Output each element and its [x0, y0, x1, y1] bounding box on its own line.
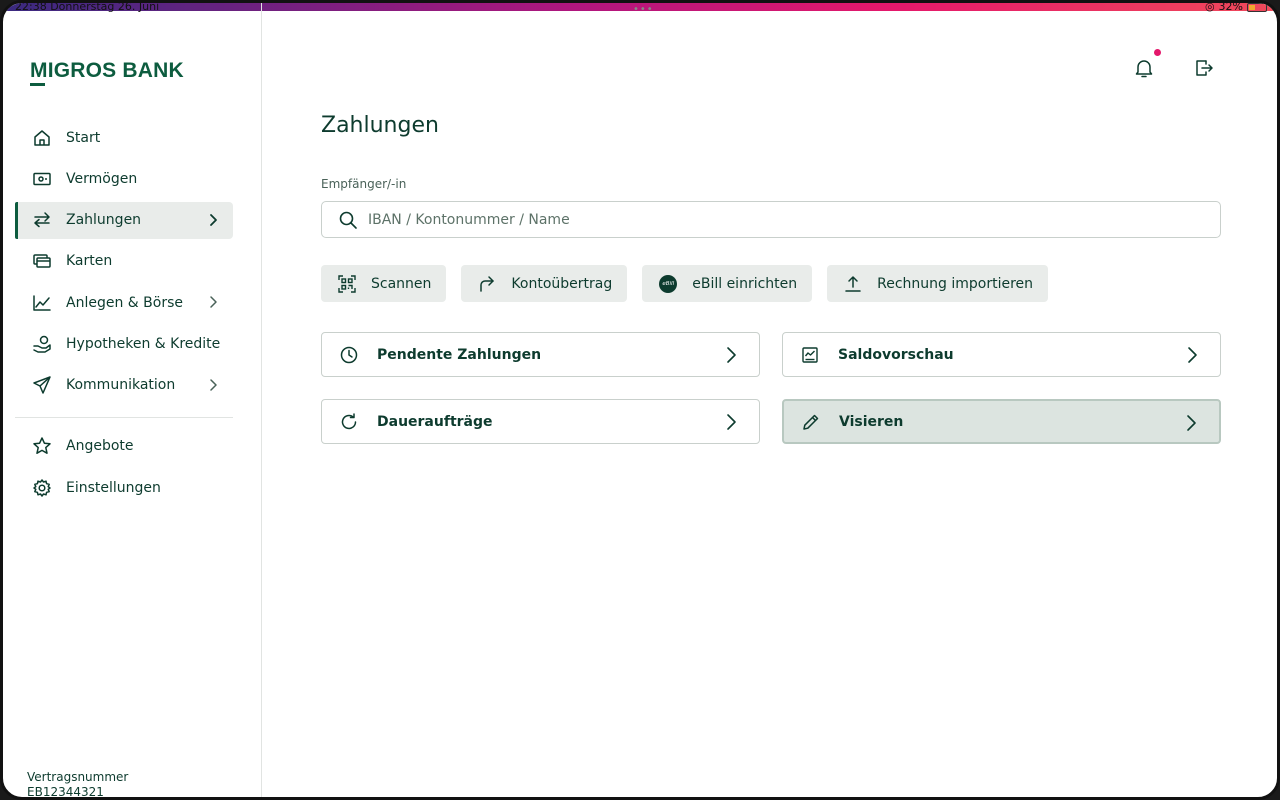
cards-icon: [32, 251, 52, 271]
contract-info: Vertragsnummer EB12344321: [27, 770, 129, 799]
search-icon: [338, 210, 358, 230]
chevron-right-icon: [721, 345, 741, 365]
approve-tile[interactable]: Visieren: [782, 399, 1221, 444]
account-transfer-button[interactable]: Kontoübertrag: [461, 265, 628, 302]
ebill-setup-button[interactable]: eBill eBill einrichten: [642, 265, 813, 302]
chevron-right-icon: [1181, 413, 1201, 433]
bell-icon: [1133, 57, 1155, 79]
sidebar-item-hypotheken-kredite[interactable]: Hypotheken & Kredite: [15, 325, 233, 362]
chevron-right-icon: [205, 294, 221, 310]
sidebar-item-anlegen-boerse[interactable]: Anlegen & Börse: [15, 284, 233, 321]
chevron-right-icon: [1182, 345, 1202, 365]
approve-label: Visieren: [839, 413, 904, 430]
chart-icon: [32, 293, 52, 313]
logout-button[interactable]: [1191, 55, 1217, 81]
sidebar-item-angebote[interactable]: Angebote: [15, 428, 233, 465]
recipient-search-input[interactable]: [368, 211, 1188, 228]
sidebar-item-label: Start: [66, 129, 101, 146]
sidebar-item-start[interactable]: Start: [15, 119, 233, 156]
page-title: Zahlungen: [321, 113, 439, 138]
ebill-icon: eBill: [658, 274, 678, 294]
pencil-icon: [801, 412, 821, 432]
sidebar-item-label: Zahlungen: [66, 212, 142, 229]
sidebar: MIGROS BANK Start Vermögen Zahlungen Kar…: [3, 3, 262, 797]
battery-icon: [1247, 3, 1267, 12]
pending-payments-label: Pendente Zahlungen: [377, 346, 542, 363]
upload-icon: [843, 274, 863, 294]
migros-bank-logo[interactable]: MIGROS BANK: [30, 59, 184, 83]
gear-icon: [32, 478, 52, 498]
sidebar-nav: Start Vermögen Zahlungen Karten Anlegen …: [15, 119, 233, 510]
star-icon: [32, 436, 52, 456]
transfer-icon: [32, 210, 52, 230]
multitasking-dots[interactable]: •••: [633, 5, 654, 15]
sidebar-item-vermoegen[interactable]: Vermögen: [15, 160, 233, 197]
account-transfer-label: Kontoübertrag: [511, 275, 613, 292]
standing-orders-tile[interactable]: Daueraufträge: [321, 399, 760, 444]
scan-button[interactable]: Scannen: [321, 265, 447, 302]
sidebar-divider: [15, 416, 233, 418]
sidebar-item-label: Karten: [66, 253, 113, 270]
standing-orders-label: Daueraufträge: [377, 413, 493, 430]
redo-arrow-icon: [477, 274, 497, 294]
status-right: ◎ 32%: [1204, 0, 1267, 13]
battery-percent: 32%: [1218, 0, 1243, 13]
ebill-setup-label: eBill einrichten: [692, 275, 798, 292]
contract-label: Vertragsnummer: [27, 770, 129, 784]
sidebar-item-label: Anlegen & Börse: [66, 294, 183, 311]
sidebar-item-label: Vermögen: [66, 170, 138, 187]
notifications-button[interactable]: [1131, 49, 1161, 81]
refresh-icon: [339, 412, 359, 432]
quick-actions: Scannen Kontoübertrag eBill eBill einric…: [321, 265, 1049, 302]
ebill-badge: eBill: [659, 274, 678, 293]
recipient-search-box[interactable]: [321, 201, 1221, 238]
recipient-label: Empfänger/-in: [321, 177, 407, 191]
sidebar-item-einstellungen[interactable]: Einstellungen: [15, 469, 233, 506]
mortgage-icon: [32, 334, 52, 354]
paper-plane-icon: [32, 375, 52, 395]
balance-preview-tile[interactable]: Saldovorschau: [782, 332, 1221, 377]
notification-dot: [1154, 49, 1161, 56]
balance-preview-label: Saldovorschau: [838, 346, 954, 363]
balance-preview-icon: [800, 345, 820, 365]
wifi-icon: ◎: [1204, 0, 1215, 13]
sidebar-item-zahlungen[interactable]: Zahlungen: [15, 201, 233, 239]
import-invoice-label: Rechnung importieren: [877, 275, 1034, 292]
pending-payments-tile[interactable]: Pendente Zahlungen: [321, 332, 760, 377]
chevron-right-icon: [205, 377, 221, 393]
clock-icon: [339, 345, 359, 365]
sidebar-item-karten[interactable]: Karten: [15, 243, 233, 280]
sidebar-item-kommunikation[interactable]: Kommunikation: [15, 367, 233, 404]
scan-label: Scannen: [371, 275, 432, 292]
import-invoice-button[interactable]: Rechnung importieren: [827, 265, 1049, 302]
header-actions: [1131, 49, 1217, 81]
sidebar-item-label: Hypotheken & Kredite: [66, 335, 221, 352]
sidebar-item-label: Kommunikation: [66, 377, 176, 394]
app-window: 22:38 Donnerstag 26. Juni ••• ◎ 32% MIGR…: [0, 0, 1280, 800]
home-icon: [32, 128, 52, 148]
chevron-right-icon: [721, 412, 741, 432]
wallet-icon: [32, 169, 52, 189]
sidebar-item-label: Einstellungen: [66, 479, 161, 496]
contract-number: EB12344321: [27, 785, 104, 799]
sidebar-item-label: Angebote: [66, 438, 134, 455]
chevron-right-icon: [205, 212, 221, 228]
logout-icon: [1193, 57, 1215, 79]
qr-scan-icon: [337, 274, 357, 294]
